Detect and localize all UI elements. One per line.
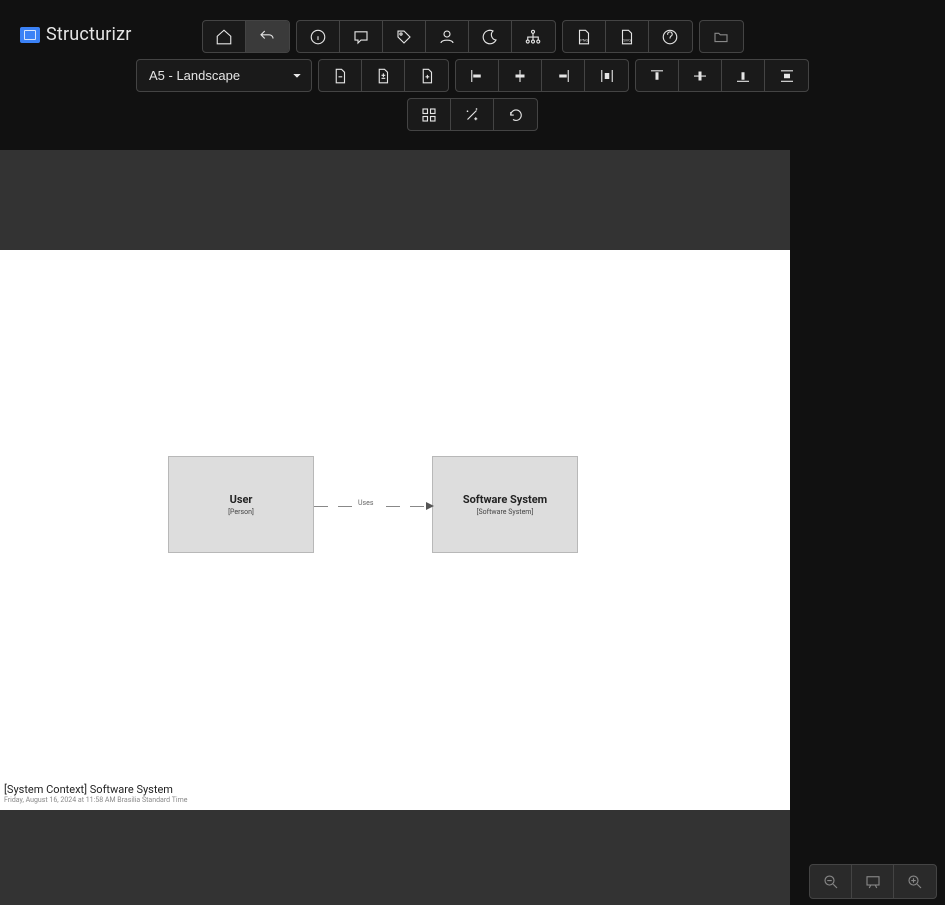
page-minus-icon [331,67,349,85]
svg-text:SVG: SVG [623,38,631,42]
info-button[interactable] [297,21,340,52]
arrowhead-icon [426,502,434,510]
page-size-select[interactable]: A5 - Landscape [136,59,312,92]
grid-icon [420,106,438,124]
distribute-v-button[interactable] [765,60,808,91]
element-title: User [230,493,253,506]
zoom-controls [809,864,937,899]
reset-layout-button[interactable] [494,99,537,130]
align-left-button[interactable] [456,60,499,91]
dash-icon [338,506,352,507]
user-icon [438,28,456,46]
autolayout-button[interactable] [451,99,494,130]
export-svg-button[interactable]: SVG [606,21,649,52]
help-button[interactable] [649,21,692,52]
align-left-icon [468,67,486,85]
paper-size-group [318,59,449,92]
distribute-v-icon [778,67,796,85]
reset-icon [507,106,525,124]
element-title: Software System [463,493,547,506]
undo-icon [258,28,276,46]
element-user[interactable]: User [Person] [168,456,314,553]
zoom-out-button[interactable] [810,865,852,898]
align-top-icon [648,67,666,85]
align-bottom-icon [734,67,752,85]
dash-icon [386,506,400,507]
align-h-center-icon [511,67,529,85]
align-v-center-button[interactable] [679,60,722,91]
home-button[interactable] [203,21,246,52]
align-top-button[interactable] [636,60,679,91]
png-file-icon: PNG [575,28,593,46]
relationship-uses[interactable]: Uses [314,503,434,511]
canvas-viewport[interactable]: User [Person] Software System [Software … [0,150,790,905]
diagram-page[interactable]: User [Person] Software System [Software … [0,250,790,810]
home-icon [215,28,233,46]
comments-button[interactable] [340,21,383,52]
hierarchy-button[interactable] [512,21,555,52]
magic-icon [463,106,481,124]
distribute-h-icon [598,67,616,85]
hierarchy-icon [524,28,542,46]
tag-icon [395,28,413,46]
page-auto-button[interactable] [362,60,405,91]
toolbar-row-3 [407,98,538,131]
help-icon [661,28,679,46]
caption-timestamp: Friday, August 16, 2024 at 11:58 AM Bras… [4,796,187,804]
v-align-group [635,59,809,92]
folder-icon [712,28,730,46]
export-png-button[interactable]: PNG [563,21,606,52]
relationship-label: Uses [358,499,373,507]
undo-button[interactable] [246,21,289,52]
page-auto-icon [374,67,392,85]
zoom-out-icon [822,873,840,891]
align-right-button[interactable] [542,60,585,91]
zoom-fit-button[interactable] [852,865,894,898]
page-grow-button[interactable] [405,60,448,91]
zoom-in-button[interactable] [894,865,936,898]
tags-button[interactable] [383,21,426,52]
folder-group [699,20,744,53]
nav-group [202,20,290,53]
moon-icon [481,28,499,46]
element-subtitle: [Person] [228,508,254,516]
export-group: PNG SVG [562,20,693,53]
toolbar: PNG SVG A5 - Landscape [0,20,945,131]
distribute-h-button[interactable] [585,60,628,91]
info-icon [309,28,327,46]
toolbar-row-2: A5 - Landscape [136,59,809,92]
presentation-icon [864,873,882,891]
perspectives-button[interactable] [426,21,469,52]
comment-icon [352,28,370,46]
layout-group [407,98,538,131]
multiselect-button[interactable] [408,99,451,130]
view-group [296,20,556,53]
align-right-icon [554,67,572,85]
align-bottom-button[interactable] [722,60,765,91]
dash-icon [314,506,328,507]
fullscreen-button[interactable] [700,21,743,52]
page-shrink-button[interactable] [319,60,362,91]
dash-icon [410,506,424,507]
svg-file-icon: SVG [618,28,636,46]
toolbar-row-1: PNG SVG [202,20,744,53]
element-subtitle: [Software System] [477,508,534,516]
element-software-system[interactable]: Software System [Software System] [432,456,578,553]
dark-mode-button[interactable] [469,21,512,52]
align-h-center-button[interactable] [499,60,542,91]
caption-title: [System Context] Software System [4,783,187,796]
align-v-center-icon [691,67,709,85]
h-align-group [455,59,629,92]
diagram-caption: [System Context] Software System Friday,… [4,783,187,804]
page-plus-icon [418,67,436,85]
svg-text:PNG: PNG [580,38,588,42]
zoom-in-icon [906,873,924,891]
